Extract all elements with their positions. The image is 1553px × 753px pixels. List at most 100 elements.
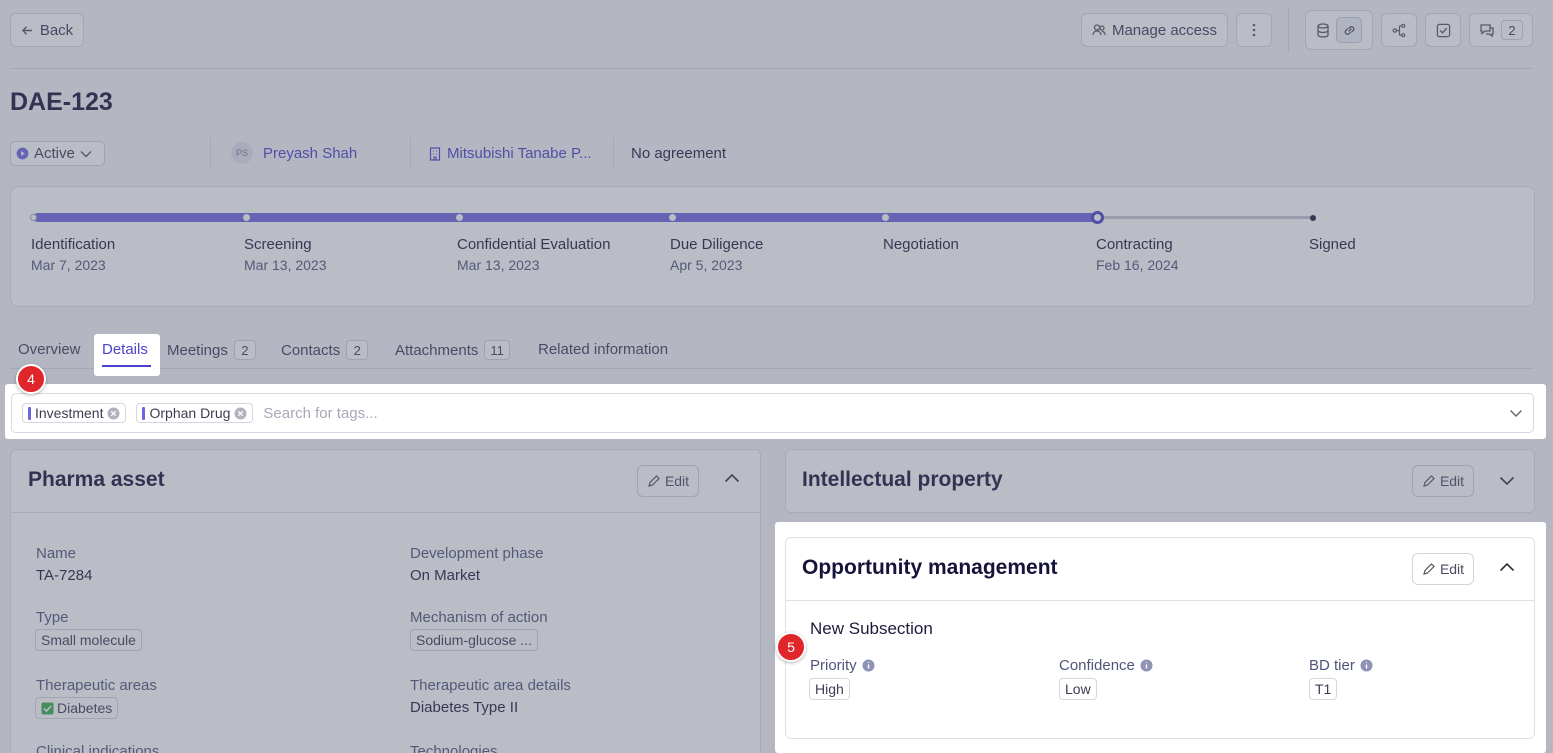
edit-button[interactable]: Edit: [637, 465, 699, 497]
stage-name: Contracting: [1096, 236, 1173, 253]
stage-name: Due Diligence: [670, 236, 764, 253]
field-label: Mechanism of action: [410, 609, 548, 626]
card-divider: [11, 512, 760, 513]
pencil-icon: [1422, 562, 1436, 576]
field-label: Confidence: [1059, 657, 1135, 674]
field-label: Priority: [810, 657, 857, 674]
edit-label: Edit: [1439, 561, 1465, 577]
edit-label: Edit: [1439, 473, 1465, 489]
tab-count: 2: [233, 340, 256, 360]
data-link-group[interactable]: [1305, 10, 1373, 50]
tab-meetings[interactable]: Meetings 2: [167, 340, 256, 360]
tag-chip[interactable]: Orphan Drug: [136, 403, 254, 423]
tabs-underline: [10, 368, 1533, 369]
tab-details-underline: [102, 365, 151, 367]
field-label: Therapeutic area details: [410, 677, 571, 694]
play-circle-icon: [16, 147, 29, 160]
building-icon: [429, 146, 441, 161]
pharma-asset-title: Pharma asset: [28, 468, 165, 491]
bd-tier-label-row: BD tier: [1309, 657, 1373, 674]
checkbox-icon: [1436, 23, 1451, 38]
stage-date: Mar 13, 2023: [457, 257, 540, 273]
stage-dot: [669, 214, 676, 221]
tasks-button[interactable]: [1425, 13, 1461, 47]
page-title: DAE-123: [10, 88, 113, 116]
field-value: TA-7284: [36, 567, 93, 584]
edit-label: Edit: [664, 473, 690, 489]
field-label: Type: [36, 609, 69, 626]
stage-dot-current: [1091, 211, 1104, 224]
owner[interactable]: PS Preyash Shah: [231, 142, 357, 164]
status-dropdown[interactable]: Active: [10, 141, 105, 166]
field-value: Diabetes Type II: [410, 699, 519, 716]
stage-date: Apr 5, 2023: [670, 257, 743, 273]
link-icon[interactable]: [1336, 17, 1362, 43]
stage-name: Identification: [31, 236, 116, 253]
pipeline-card: [10, 186, 1535, 307]
agreement-status: No agreement: [631, 145, 727, 162]
company-name: Mitsubishi Tanabe P...: [447, 145, 592, 162]
tag-chip[interactable]: Investment: [22, 403, 127, 423]
confidence-label-row: Confidence: [1059, 657, 1153, 674]
pencil-icon: [1422, 474, 1436, 488]
priority-chip: High: [809, 678, 850, 700]
manage-access-button[interactable]: Manage access: [1081, 13, 1228, 47]
tab-details[interactable]: Details: [102, 341, 148, 358]
arrow-left-icon: [21, 24, 34, 37]
company-link[interactable]: Mitsubishi Tanabe P...: [429, 145, 592, 162]
info-icon[interactable]: [862, 659, 875, 672]
stage-dot: [243, 214, 250, 221]
tag-color-bar: [28, 406, 31, 420]
stage-name: Signed: [1309, 236, 1356, 253]
field-label: BD tier: [1309, 657, 1355, 674]
remove-tag-icon[interactable]: [107, 407, 120, 420]
tab-contacts[interactable]: Contacts 2: [281, 340, 369, 360]
tab-label: Attachments: [395, 341, 479, 359]
stage-date: Feb 16, 2024: [1096, 257, 1179, 273]
tab-count: 11: [484, 340, 510, 360]
step-badge: 4: [16, 364, 46, 394]
tab-label: Details: [102, 341, 148, 358]
tag-label: Orphan Drug: [149, 405, 231, 421]
comments-count: 2: [1501, 20, 1523, 40]
info-icon[interactable]: [1140, 659, 1153, 672]
info-icon[interactable]: [1360, 659, 1373, 672]
therapeutic-area-chip: Diabetes: [35, 697, 119, 719]
workflow-button[interactable]: [1381, 13, 1417, 47]
tags-input[interactable]: Investment Orphan Drug Search for tags..…: [11, 393, 1534, 433]
chevron-down-icon[interactable]: [1509, 409, 1523, 418]
database-icon[interactable]: [1316, 22, 1330, 38]
tab-count: 2: [346, 340, 369, 360]
stage-name: Screening: [244, 236, 312, 253]
status-label: Active: [34, 145, 75, 162]
edit-button[interactable]: Edit: [1412, 465, 1474, 497]
back-button[interactable]: Back: [10, 13, 84, 47]
tab-overview[interactable]: Overview: [18, 341, 81, 358]
tab-attachments[interactable]: Attachments 11: [395, 340, 510, 360]
tab-label: Related information: [538, 341, 669, 358]
expand-button[interactable]: [1499, 476, 1515, 486]
meta-divider: [210, 138, 211, 168]
stage-name: Confidential Evaluation: [457, 236, 611, 253]
flow-icon: [1392, 23, 1407, 38]
avatar: PS: [231, 142, 253, 164]
card-divider: [786, 600, 1534, 601]
stage-name: Negotiation: [883, 236, 959, 253]
field-label: Clinical indications: [36, 743, 160, 753]
collapse-button[interactable]: [1499, 562, 1515, 572]
stage-dot-final: [1310, 215, 1316, 221]
meta-divider: [613, 138, 614, 168]
tab-related-information[interactable]: Related information: [538, 341, 668, 358]
back-label: Back: [39, 21, 74, 39]
collapse-button[interactable]: [724, 473, 740, 483]
more-options-button[interactable]: [1236, 13, 1272, 47]
comments-button[interactable]: 2: [1469, 13, 1533, 47]
field-label: Therapeutic areas: [36, 677, 157, 694]
remove-tag-icon[interactable]: [234, 407, 247, 420]
tag-label: Investment: [35, 405, 104, 421]
edit-button[interactable]: Edit: [1412, 553, 1474, 585]
chevron-down-icon: [1499, 476, 1515, 486]
chevron-up-icon: [1499, 562, 1515, 572]
type-chip: Small molecule: [35, 629, 142, 651]
tab-label: Meetings: [167, 341, 228, 359]
